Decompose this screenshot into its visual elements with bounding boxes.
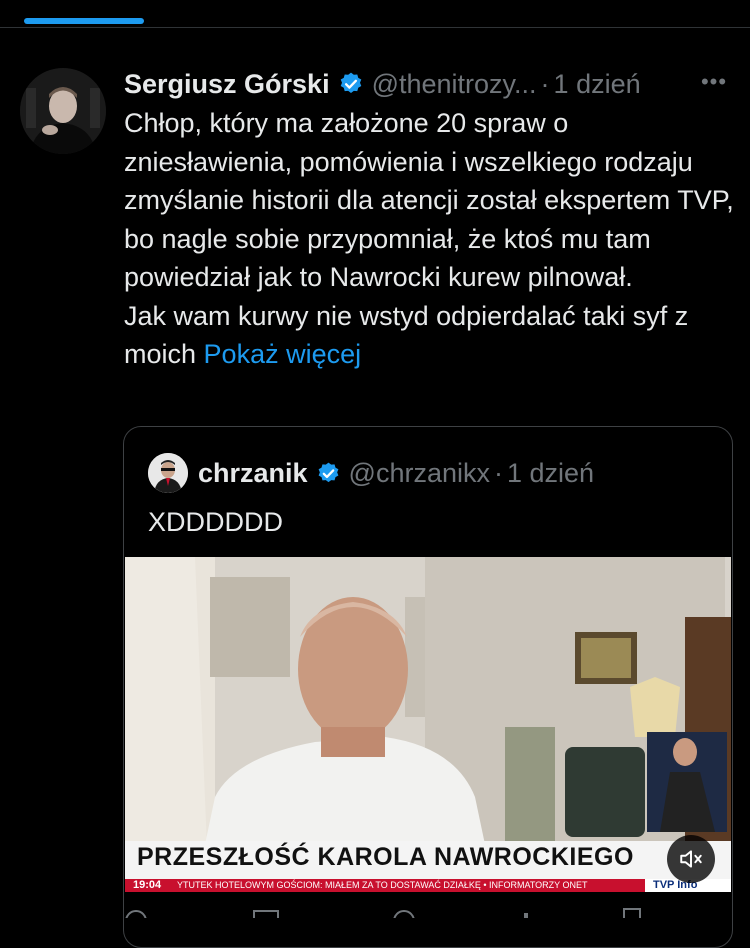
quoted-tweet-header: chrzanik @chrzanikx · 1 dzień (148, 453, 594, 493)
quoted-author-handle[interactable]: @chrzanikx (349, 458, 490, 489)
meta-separator: · (494, 457, 503, 488)
share-icon[interactable] (623, 908, 641, 918)
quoted-tweet[interactable]: chrzanik @chrzanikx · 1 dzień XDDDDDD PR… (123, 426, 733, 948)
tweet-actions (124, 906, 734, 918)
ticker-clock: 19:04 (133, 879, 162, 891)
quoted-author-name[interactable]: chrzanik (198, 458, 308, 489)
tweet-text: Chłop, który ma założone 20 spraw o znie… (124, 104, 740, 374)
news-ticker: 19:04 YTUTEK HOTELOWYM GOŚCIOM: MIAŁEM Z… (125, 879, 731, 892)
show-more-link[interactable]: Pokaż więcej (204, 339, 362, 369)
tweet-paragraph: Chłop, który ma założone 20 spraw o znie… (124, 108, 734, 292)
meta-separator: · (540, 68, 550, 99)
author-handle[interactable]: @thenitrozy... (372, 69, 537, 100)
video-player[interactable]: PRZESZŁOŚĆ KAROLA NAWROCKIEGO 19:04 YTUT… (125, 557, 731, 892)
quoted-author-avatar[interactable] (148, 453, 188, 493)
tweet-timestamp[interactable]: 1 dzień (554, 69, 641, 100)
reply-icon[interactable] (125, 910, 147, 918)
more-options-icon[interactable]: ••• (696, 68, 732, 96)
mute-icon[interactable] (667, 835, 715, 883)
active-tab-indicator (24, 18, 144, 24)
top-divider (0, 27, 750, 28)
chyron-text: PRZESZŁOŚĆ KAROLA NAWROCKIEGO (137, 843, 634, 871)
views-icon[interactable] (524, 913, 528, 918)
verified-badge-icon (316, 461, 341, 486)
author-avatar[interactable] (20, 68, 106, 154)
like-icon[interactable] (393, 910, 415, 918)
ticker-text: YTUTEK HOTELOWYM GOŚCIOM: MIAŁEM ZA TO D… (177, 880, 588, 890)
author-name[interactable]: Sergiusz Górski (124, 69, 330, 100)
quoted-tweet-text: XDDDDDD (148, 507, 283, 537)
verified-badge-icon (338, 71, 364, 97)
quoted-timestamp[interactable]: 1 dzień (507, 458, 594, 489)
tweet-paragraph: Jak wam kurwy nie wstyd odpierdalać taki… (124, 297, 740, 374)
tweet-header: Sergiusz Górski @thenitrozy... · 1 dzień (124, 64, 734, 104)
retweet-icon[interactable] (253, 910, 279, 918)
